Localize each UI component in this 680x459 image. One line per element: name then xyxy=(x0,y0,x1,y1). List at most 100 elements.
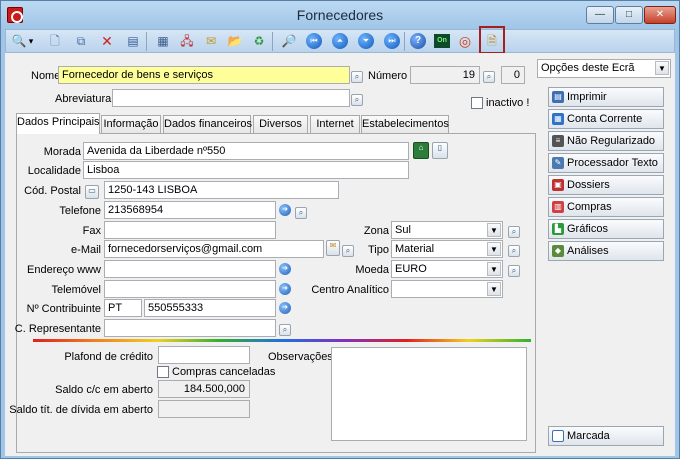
endereco-www-field[interactable] xyxy=(104,260,276,278)
nome-field[interactable]: Fornecedor de bens e serviços xyxy=(58,66,350,84)
numero-field[interactable]: 19 xyxy=(410,66,480,84)
first-record-icon[interactable]: ⏮ xyxy=(306,33,322,49)
toolbar-separator xyxy=(404,32,405,51)
cube-icon: ◆ xyxy=(552,245,564,257)
chevron-down-icon[interactable]: ▼ xyxy=(487,223,501,237)
tab-informacao[interactable]: Informação xyxy=(101,115,161,133)
call-icon[interactable]: ➜ xyxy=(279,204,291,216)
marcada-button[interactable]: Marcada xyxy=(548,426,664,446)
map-icon[interactable]: ⌂ xyxy=(413,142,429,159)
abreviatura-field[interactable] xyxy=(112,89,350,107)
cod-postal-field[interactable]: 1250-143 LISBOA xyxy=(104,181,339,199)
imprimir-label: Imprimir xyxy=(567,91,607,103)
help-icon[interactable]: ? xyxy=(410,33,426,49)
plafond-field[interactable] xyxy=(158,346,250,364)
imprimir-button[interactable]: ▤ Imprimir xyxy=(548,87,664,107)
observacoes-textarea[interactable] xyxy=(331,347,527,441)
telefone-lookup-icon[interactable]: ⌕ xyxy=(295,207,307,219)
morada-field[interactable]: Avenida da Liberdade nº550 xyxy=(83,142,409,160)
address-book-icon[interactable]: ▯ xyxy=(432,142,448,159)
chevron-down-icon[interactable]: ▼ xyxy=(487,262,501,276)
localidade-label: Localidade xyxy=(27,165,81,177)
close-button[interactable]: ✕ xyxy=(644,6,676,24)
telemovel-field[interactable] xyxy=(104,280,276,298)
network-icon[interactable]: 🖧 xyxy=(178,33,196,49)
next-record-icon[interactable]: ⏷ xyxy=(358,33,374,49)
tipo-select[interactable]: Material ▼ xyxy=(391,240,503,258)
localidade-field[interactable]: Lisboa xyxy=(83,161,409,179)
representante-field[interactable] xyxy=(104,319,276,337)
window-title: Fornecedores xyxy=(296,7,384,23)
saldo-cc-field[interactable]: 184.500,000 xyxy=(158,380,250,398)
numero-sub-field[interactable]: 0 xyxy=(501,66,525,84)
postal-code-icon[interactable]: ▭ xyxy=(85,185,99,199)
moeda-select[interactable]: EURO ▼ xyxy=(391,260,503,278)
inactivo-checkbox[interactable] xyxy=(471,97,483,109)
compras-canceladas-checkbox[interactable] xyxy=(157,366,169,378)
call-mobile-icon[interactable]: ➜ xyxy=(279,283,291,295)
centro-analitico-select[interactable]: ▼ xyxy=(391,280,503,298)
properties-icon[interactable]: ▤ xyxy=(124,33,142,49)
form-area: Nome Fornecedor de bens e serviços ⌕ Núm… xyxy=(5,53,675,456)
graficos-label: Gráficos xyxy=(567,223,608,235)
online-icon[interactable]: On xyxy=(434,34,450,48)
tipo-lookup-icon[interactable]: ⌕ xyxy=(508,245,520,257)
moeda-lookup-icon[interactable]: ⌕ xyxy=(508,265,520,277)
fax-field[interactable] xyxy=(104,221,276,239)
telemovel-label: Telemóvel xyxy=(51,284,101,296)
chevron-down-icon[interactable]: ▼ xyxy=(655,61,669,75)
nome-lookup-icon[interactable]: ⌕ xyxy=(351,71,363,83)
lifebuoy-icon[interactable]: ◎ xyxy=(456,33,474,49)
delete-icon[interactable]: ✕ xyxy=(98,33,116,49)
chart-icon: ▙ xyxy=(552,223,564,235)
new-document-icon[interactable]: 🗋 xyxy=(46,33,64,49)
saldo-titulos-label: Saldo tít. de dívida em aberto xyxy=(9,404,153,416)
email-field[interactable]: fornecedorserviços@gmail.com xyxy=(104,240,324,258)
tab-estabelecimentos[interactable]: Estabelecimentos xyxy=(361,115,449,133)
tab-diversos[interactable]: Diversos xyxy=(253,115,308,133)
numero-lookup-icon[interactable]: ⌕ xyxy=(483,71,495,83)
grid-icon[interactable]: ▦ xyxy=(154,33,172,49)
compras-label: Compras xyxy=(567,201,612,213)
morada-label: Morada xyxy=(43,146,81,158)
nao-regularizado-button[interactable]: ≡ Não Regularizado xyxy=(548,131,664,151)
purchases-icon: ▥ xyxy=(552,201,564,213)
telefone-field[interactable]: 213568954 xyxy=(104,201,276,219)
dossiers-label: Dossiers xyxy=(567,179,610,191)
abreviatura-lookup-icon[interactable]: ⌕ xyxy=(351,94,363,106)
refresh-icon[interactable]: ♻ xyxy=(250,33,268,49)
fax-label: Fax xyxy=(82,225,101,237)
email-icon[interactable]: ✉ xyxy=(202,33,220,49)
graficos-button[interactable]: ▙ Gráficos xyxy=(548,219,664,239)
processador-texto-button[interactable]: ✎ Processador Texto xyxy=(548,153,664,173)
conta-corrente-button[interactable]: ▦ Conta Corrente xyxy=(548,109,664,129)
print-preview-icon[interactable]: 🔎 xyxy=(280,33,298,49)
pen-icon: ✎ xyxy=(552,157,564,169)
zona-lookup-icon[interactable]: ⌕ xyxy=(508,226,520,238)
minimize-button[interactable]: — xyxy=(586,6,614,24)
contribuinte-label: Nº Contribuinte xyxy=(26,303,101,315)
compras-button[interactable]: ▥ Compras xyxy=(548,197,664,217)
previous-record-icon[interactable]: ⏶ xyxy=(332,33,348,49)
chevron-down-icon[interactable]: ▼ xyxy=(487,242,501,256)
analises-button[interactable]: ◆ Análises xyxy=(548,241,664,261)
maximize-button[interactable]: □ xyxy=(615,6,643,24)
document-icon[interactable]: 🗎 xyxy=(483,33,501,49)
last-record-icon[interactable]: ⏭ xyxy=(384,33,400,49)
representante-lookup-icon[interactable]: ⌕ xyxy=(279,324,291,336)
open-website-icon[interactable]: ➜ xyxy=(279,263,291,275)
tab-internet[interactable]: Internet xyxy=(310,115,360,133)
zona-select[interactable]: Sul ▼ xyxy=(391,221,503,239)
folder-open-icon[interactable]: 📂 xyxy=(226,33,244,49)
validate-nif-icon[interactable]: ➜ xyxy=(279,302,291,314)
contribuinte-field[interactable]: 550555333 xyxy=(144,299,276,317)
options-select[interactable]: Opções deste Ecrã ▼ xyxy=(537,59,671,78)
copy-icon[interactable]: ⧉ xyxy=(72,33,90,49)
contribuinte-prefix-field[interactable]: PT xyxy=(104,299,142,317)
saldo-titulos-field[interactable] xyxy=(158,400,250,418)
tab-dados-financeiros[interactable]: Dados financeiros xyxy=(163,115,252,133)
chevron-down-icon[interactable]: ▼ xyxy=(487,282,501,296)
search-dropdown-icon[interactable]: ▾ xyxy=(26,33,36,49)
tab-dados-principais[interactable]: Dados Principais xyxy=(16,113,100,134)
dossiers-button[interactable]: ▣ Dossiers xyxy=(548,175,664,195)
